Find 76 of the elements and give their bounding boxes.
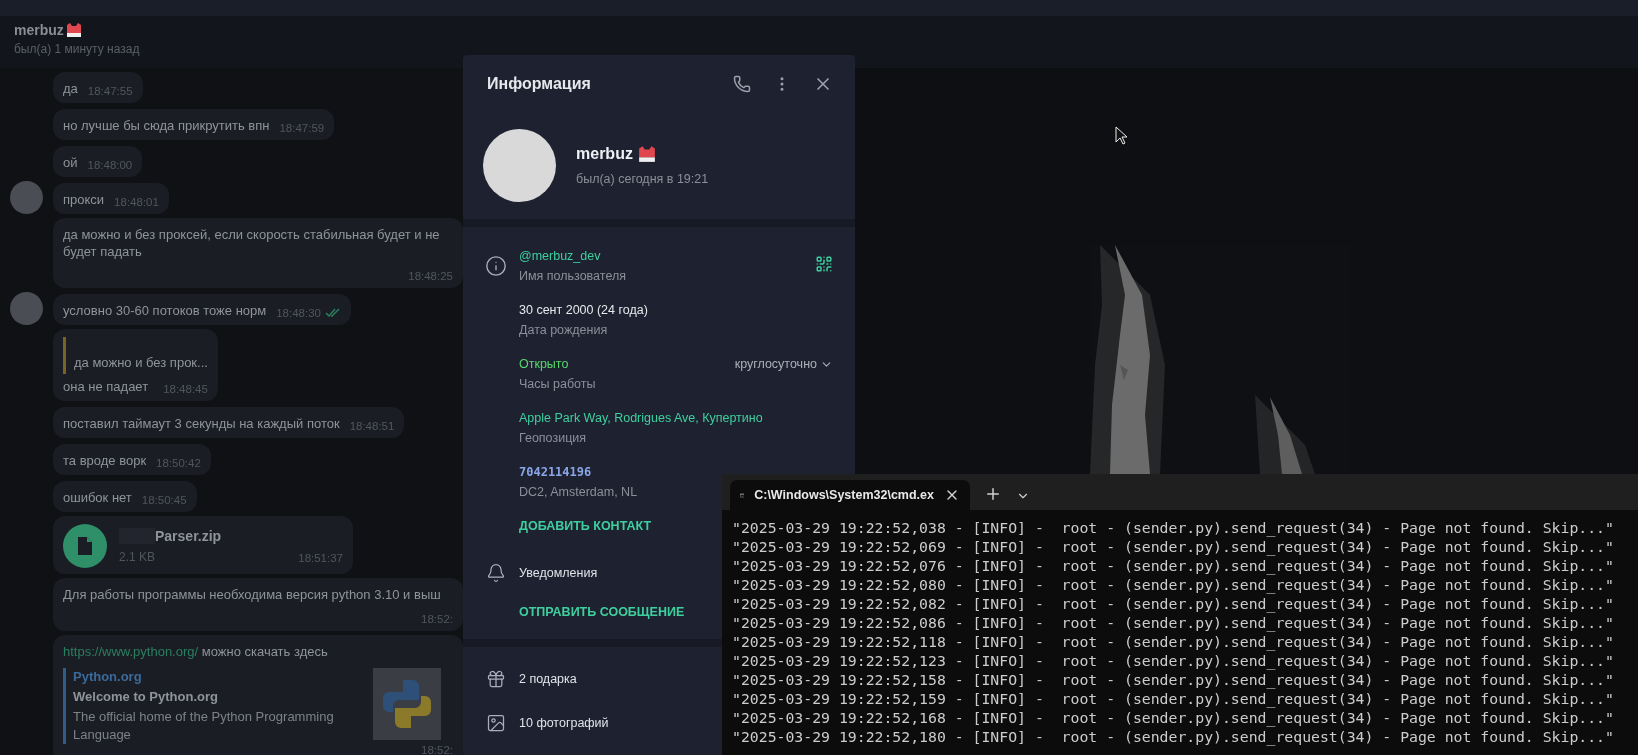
file-message[interactable]: Parser.zip 2.1 KB 18:51:37 <box>53 516 353 574</box>
gift-icon <box>486 669 506 689</box>
message-time: 18:47:59 <box>279 122 325 134</box>
terminal-line: "2025-03-29 19:22:52,082 - [INFO] - root - (sender.py).send_request(34) - Page not found. Skip..." <box>732 594 1615 613</box>
message-text: ошибок нет <box>63 489 132 506</box>
chat-title: merbuz <box>14 22 64 38</box>
message-link[interactable]: https://www.python.org/ <box>63 644 199 659</box>
terminal-line: "2025-03-29 19:22:52,168 - [INFO] - root - (sender.py).send_request(34) - Page not found. Skip..." <box>732 708 1615 727</box>
notifications-label: Уведомления <box>519 566 598 580</box>
message-time: 18:48:00 <box>87 159 133 171</box>
qr-code-icon[interactable] <box>815 255 833 273</box>
preview-title: Welcome to Python.org <box>73 688 219 706</box>
add-contact-button[interactable]: ДОБАВИТЬ КОНТАКТ <box>519 509 652 543</box>
message-time: 18:48:51 <box>349 420 395 432</box>
message-time: 18:48:45 <box>163 383 208 395</box>
media-label: 10 фотографий <box>519 716 609 730</box>
file-icon[interactable] <box>63 524 107 568</box>
message-text: ой <box>63 154 78 171</box>
message-text: можно скачать здесь <box>201 644 328 659</box>
message-text: да <box>63 80 78 97</box>
info-label: Дата рождения <box>519 323 608 337</box>
info-label: Геопозиция <box>519 431 587 445</box>
message-time: 18:50:42 <box>156 457 201 469</box>
message-time: 18:51:37 <box>298 552 343 564</box>
reply-quote[interactable]: да можно и без прок... <box>63 337 208 374</box>
info-icon <box>485 255 507 277</box>
info-value: 7042114196 <box>519 465 592 479</box>
logo-icon <box>373 668 441 740</box>
info-value: Открыто <box>519 357 569 371</box>
profile-status: был(а) сегодня в 19:21 <box>576 172 709 187</box>
message-time: 18:48:01 <box>114 196 159 208</box>
info-value: 30 сент 2000 (24 года) <box>519 303 648 317</box>
cursor-icon <box>1115 126 1127 145</box>
message-text: условно 30-60 потоков тоже норм <box>63 302 267 319</box>
message-text: та вроде ворк <box>63 452 147 469</box>
terminal-line: "2025-03-29 19:22:52,180 - [INFO] - root - (sender.py).send_request(34) - Page not found. Skip..." <box>732 727 1615 746</box>
cat-emoji-icon <box>637 145 656 164</box>
info-label: Имя пользователя <box>519 269 626 283</box>
message-time: 18:48:30 <box>276 307 341 319</box>
message-time: 18:47:55 <box>87 85 133 97</box>
message-text: но лучше бы сюда прикрутить впн <box>63 117 270 134</box>
cat-emoji-icon <box>65 22 82 38</box>
terminal-line: "2025-03-29 19:22:52,118 - [INFO] - root - (sender.py).send_request(34) - Page not found. Skip..." <box>732 632 1615 651</box>
message-text: поставил таймаут 3 секунды на каждый поток <box>63 415 340 432</box>
info-label: DC2, Amsterdam, NL <box>519 485 638 499</box>
media-label: 2 подарка <box>519 672 577 686</box>
terminal-line: "2025-03-29 19:22:52,086 - [INFO] - root - (sender.py).send_request(34) - Page not found. Skip..." <box>732 613 1615 632</box>
hours-dropdown[interactable]: круглосуточно <box>734 357 833 371</box>
image-icon <box>486 713 506 733</box>
panel-title: Информация <box>487 74 592 93</box>
file-name: Parser.zip <box>155 528 222 544</box>
message-text: да можно и без проксей, если скорость стабильная будет и не будет падать <box>63 226 441 260</box>
terminal-line: "2025-03-29 19:22:52,076 - [INFO] - root - (sender.py).send_request(34) - Page not found. Skip..." <box>732 556 1615 575</box>
info-label: Часы работы <box>519 377 596 391</box>
terminal-line: "2025-03-29 19:22:52,158 - [INFO] - root - (sender.py).send_request(34) - Page not found. Skip..." <box>732 670 1615 689</box>
preview-description: The official home of the Python Programming Language <box>73 708 335 744</box>
add-tab-icon[interactable] <box>984 485 1002 503</box>
chat-status: был(а) 1 минуту назад <box>14 42 141 56</box>
file-size: 2.1 KB <box>119 550 156 564</box>
terminal-line: "2025-03-29 19:22:52,038 - [INFO] - root - (sender.py).send_request(34) - Page not found. Skip..." <box>732 518 1615 537</box>
profile-name: merbuz <box>576 145 633 164</box>
terminal-tab[interactable]: C:\Windows\System32\cmd.ex <box>730 480 970 510</box>
send-message-button[interactable]: ОТПРАВИТЬ СООБЩЕНИЕ <box>519 595 685 629</box>
message-time: 18:50:45 <box>141 494 187 506</box>
message-text: она не падает <box>63 378 149 395</box>
tab-title: C:\Windows\System32\cmd.ex <box>754 488 934 502</box>
bell-icon <box>486 563 506 583</box>
terminal-line: "2025-03-29 19:22:52,123 - [INFO] - root - (sender.py).send_request(34) - Page not found. Skip..." <box>732 651 1615 670</box>
message-text: прокси <box>63 191 105 208</box>
message-text: Для работы программы необходима версия python 3.10 и выш <box>63 586 441 603</box>
info-value: @merbuz_dev <box>519 249 601 263</box>
terminal-line: "2025-03-29 19:22:52,080 - [INFO] - root - (sender.py).send_request(34) - Page not found. Skip..." <box>732 575 1615 594</box>
info-value: Apple Park Way, Rodrigues Ave, Купертино <box>519 411 763 425</box>
terminal-line: "2025-03-29 19:22:52,069 - [INFO] - root - (sender.py).send_request(34) - Page not found. Skip..." <box>732 537 1615 556</box>
message-time: 18:48:25 <box>408 270 453 282</box>
terminal-line: "2025-03-29 19:22:52,159 - [INFO] - root - (sender.py).send_request(34) - Page not found. Skip..." <box>732 689 1615 708</box>
